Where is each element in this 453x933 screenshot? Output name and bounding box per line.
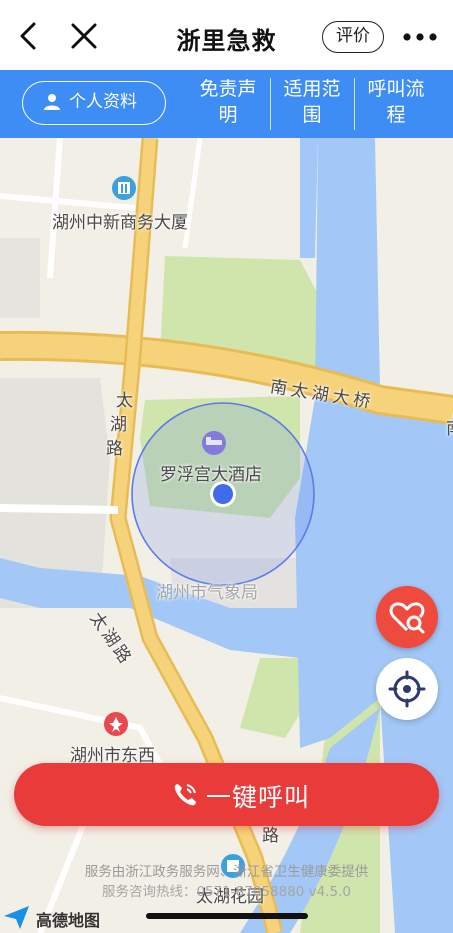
hotline-version-text: 服务咨询热线：0571-87058880 v4.5.0 [101,884,352,900]
call-process-label-line1: 呼叫流 [367,78,425,100]
phone-icon [174,784,196,806]
map-label-road-char: 路 [106,439,123,459]
call-process-label-line2: 程 [386,104,406,126]
scope-label-line1: 适用范 [283,78,341,100]
page-title: 浙里急救 [176,27,277,55]
sos-search-button[interactable] [376,586,438,648]
navigation-arrow-icon [4,906,29,929]
profile-button[interactable]: 个人资料 [22,81,166,125]
map-provider-label: 高德地图 [36,911,101,930]
rate-button[interactable]: 评价 [322,21,384,53]
person-icon [44,94,60,110]
map-label-building: 湖州中新商务大厦 [52,213,188,233]
map-label-road-char: 太 [116,391,133,411]
call-label: 一键呼叫 [206,783,311,812]
disclaimer-label-line1: 免责声 [199,78,257,100]
service-provider-text: 服务由浙江政务服务网、浙江省卫生健康委提供 [84,864,369,880]
map-provider-logo: 高德地图 [2,904,112,930]
map-label-bridge-edge: 南 [446,414,453,439]
map-label-weather: 湖州市气象局 [156,583,258,603]
more-dots-icon[interactable] [400,26,440,48]
disclaimer-button[interactable]: 免责声 明 [187,76,269,132]
home-indicator [146,913,308,919]
map-label-road-char: 湖 [110,415,127,435]
scope-button[interactable]: 适用范 围 [271,76,353,132]
call-process-button[interactable]: 呼叫流 程 [355,76,437,132]
map-label-hotel: 罗浮宫大酒店 [160,465,262,485]
disclaimer-label-line2: 明 [218,104,238,126]
profile-label: 个人资料 [69,92,137,112]
crosshair-icon [388,670,426,708]
locate-button[interactable] [376,658,438,720]
top-bar: 浙里急救 评价 [0,0,453,70]
heart-search-icon [389,602,425,634]
one-click-call-button[interactable]: 一键呼叫 [14,763,439,826]
scope-label-line2: 围 [302,104,322,126]
